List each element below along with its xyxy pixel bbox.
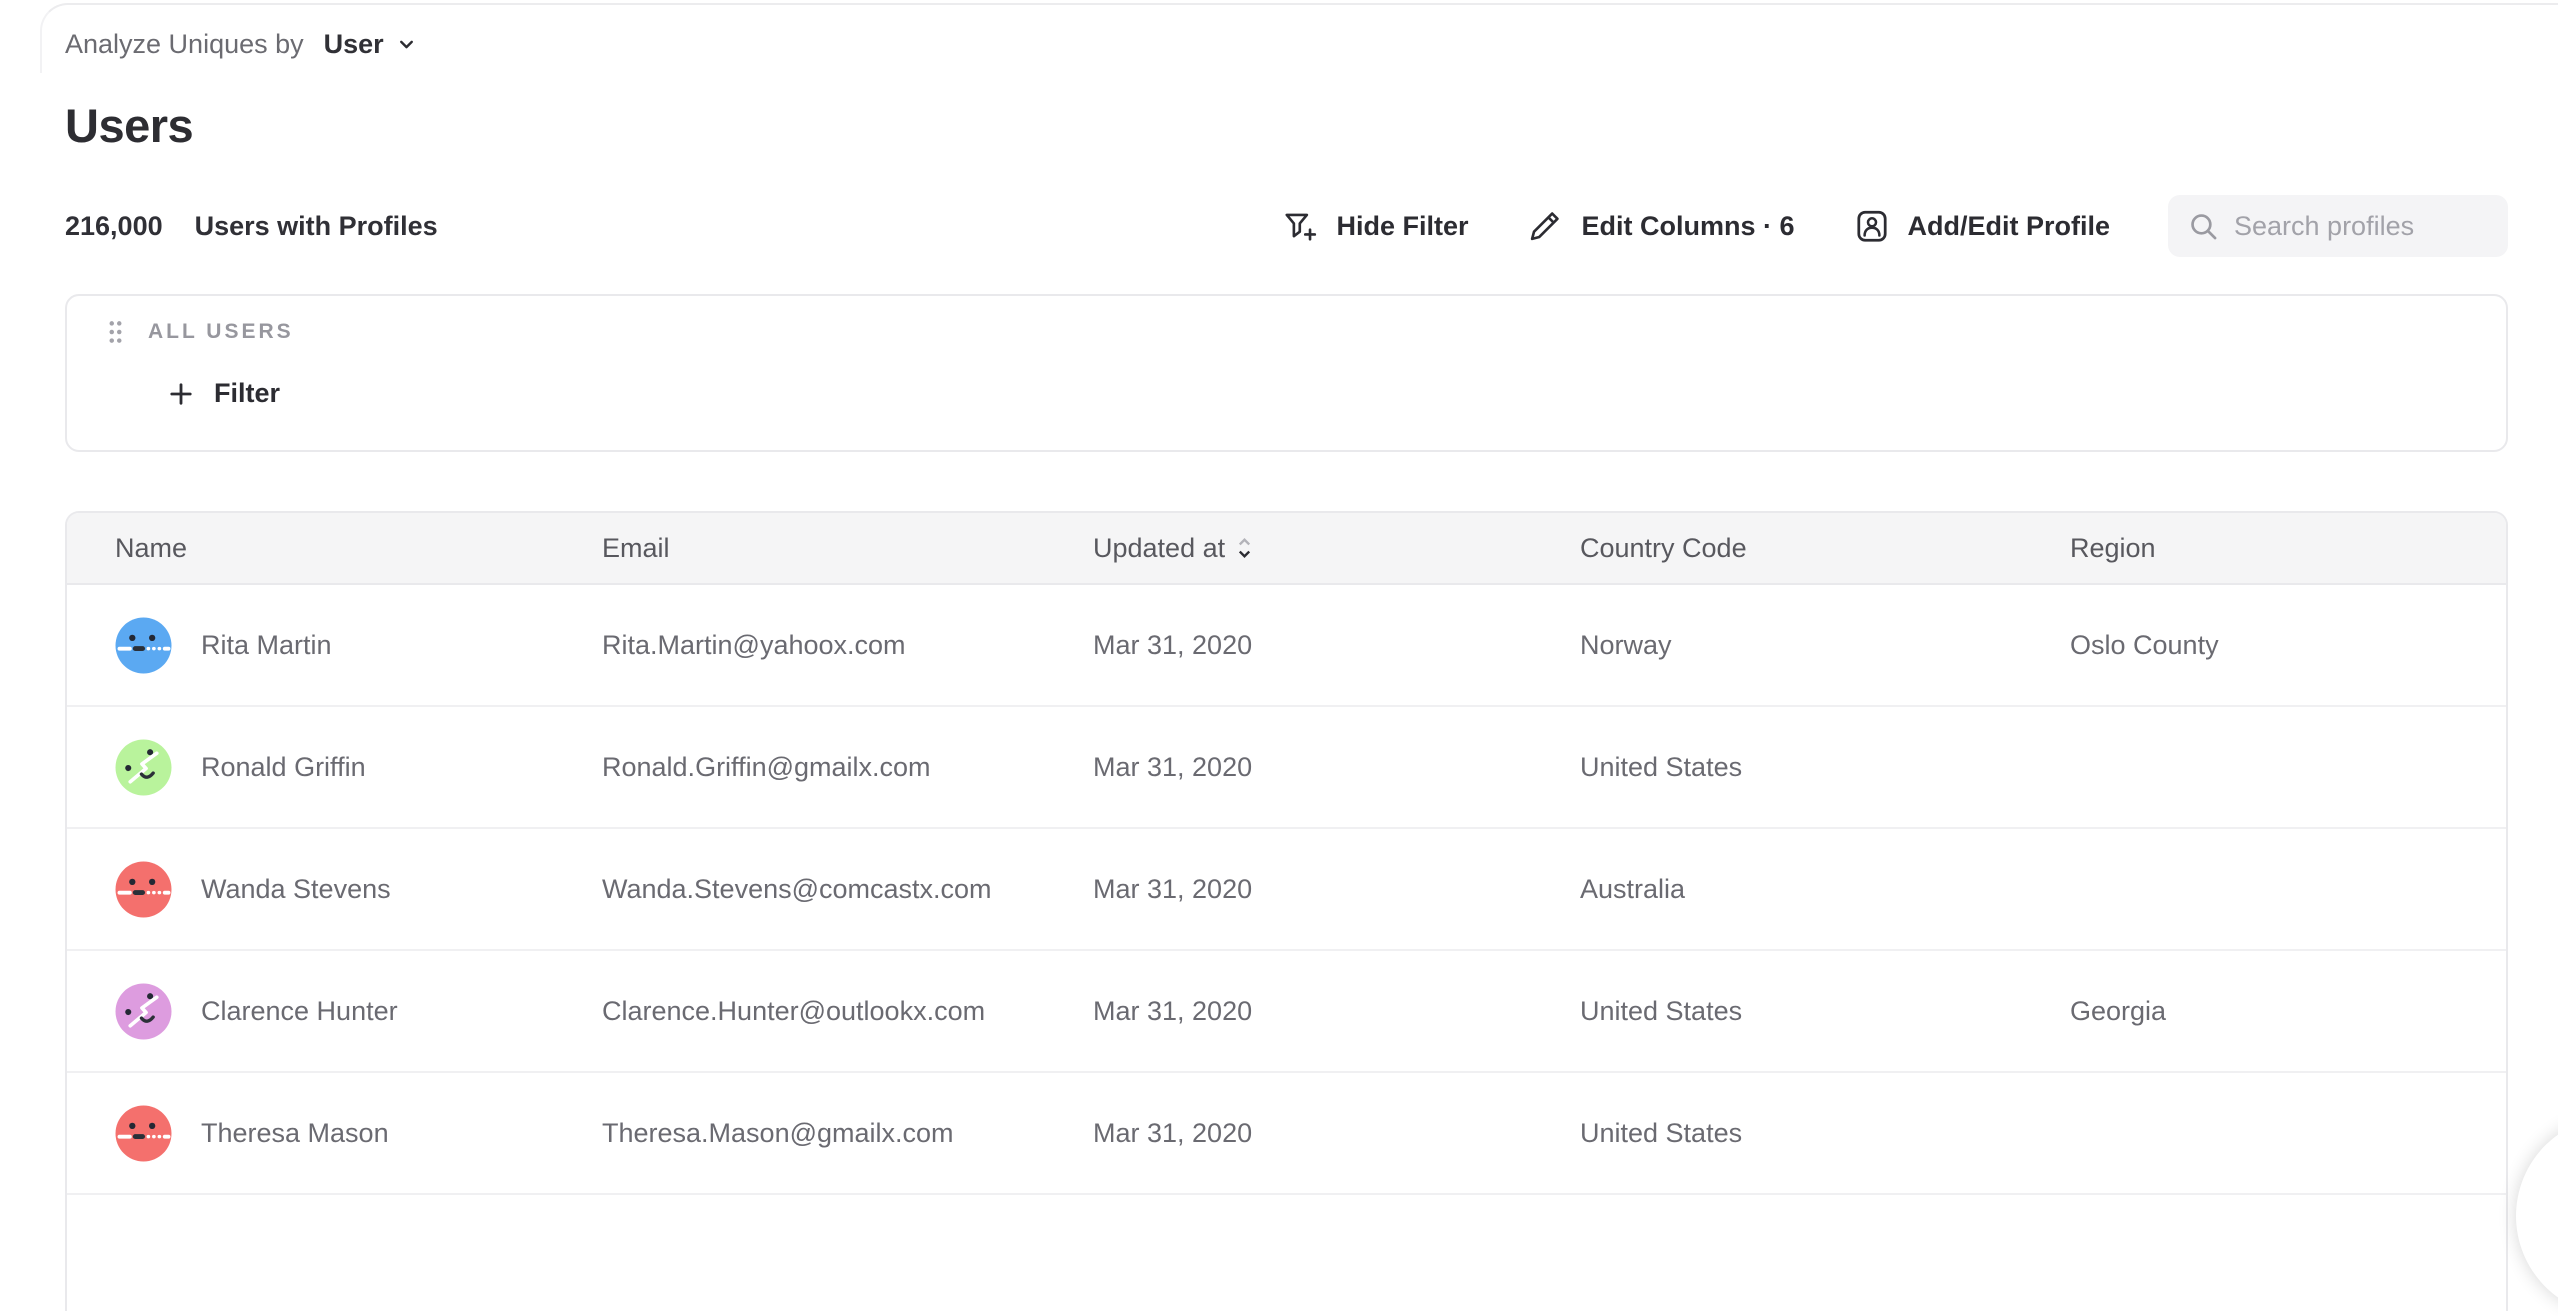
user-name: Wanda Stevens <box>201 874 391 905</box>
funnel-plus-icon <box>1281 207 1319 245</box>
users-table: Name Email Updated at Country Code Regio… <box>65 511 2508 1311</box>
pink-face-avatar <box>115 983 172 1040</box>
name-cell: Wanda Stevens <box>115 861 602 918</box>
search-icon <box>2188 211 2219 242</box>
user-country-code: Norway <box>1580 630 2070 661</box>
column-header-country-code[interactable]: Country Code <box>1580 533 2070 564</box>
page-title: Users <box>65 98 193 153</box>
user-email: Wanda.Stevens@comcastx.com <box>602 874 1093 905</box>
green-face-avatar <box>115 739 172 796</box>
table-body: Rita Martin Rita.Martin@yahoox.com Mar 3… <box>67 585 2506 1195</box>
profile-count-label: Users with Profiles <box>195 211 438 242</box>
column-header-name[interactable]: Name <box>115 533 602 564</box>
column-header-updated-at[interactable]: Updated at <box>1093 533 1580 564</box>
profile-count: 216,000 Users with Profiles <box>65 211 438 242</box>
edit-columns-button[interactable]: Edit Columns · 6 <box>1526 207 1794 245</box>
page-sheet-edge <box>40 3 2558 73</box>
add-filter-button[interactable]: Filter <box>168 378 280 409</box>
stats-toolbar-row: 216,000 Users with Profiles Hide Filter … <box>65 194 2508 258</box>
analyze-uniques-value: User <box>324 29 384 60</box>
user-updated-at: Mar 31, 2020 <box>1093 630 1580 661</box>
plus-icon <box>168 381 194 407</box>
user-country-code: United States <box>1580 752 2070 783</box>
name-cell: Rita Martin <box>115 617 602 674</box>
table-row[interactable]: Ronald Griffin Ronald.Griffin@gmailx.com… <box>67 707 2506 829</box>
table-row[interactable]: Rita Martin Rita.Martin@yahoox.com Mar 3… <box>67 585 2506 707</box>
search-profiles-box[interactable] <box>2168 195 2508 257</box>
name-cell: Ronald Griffin <box>115 739 602 796</box>
blue-face-avatar <box>115 617 172 674</box>
chevron-down-icon <box>396 34 417 55</box>
edit-columns-label: Edit Columns · 6 <box>1581 211 1794 242</box>
pencil-icon <box>1526 207 1564 245</box>
profile-count-value: 216,000 <box>65 211 163 242</box>
toolbar: Hide Filter Edit Columns · 6 Add/Edit Pr… <box>1281 195 2508 257</box>
add-edit-profile-button[interactable]: Add/Edit Profile <box>1853 207 2111 245</box>
add-edit-profile-label: Add/Edit Profile <box>1908 211 2111 242</box>
user-updated-at: Mar 31, 2020 <box>1093 996 1580 1027</box>
hide-filter-label: Hide Filter <box>1336 211 1468 242</box>
user-updated-at: Mar 31, 2020 <box>1093 1118 1580 1149</box>
profile-card-icon <box>1853 207 1891 245</box>
table-row[interactable]: Theresa Mason Theresa.Mason@gmailx.com M… <box>67 1073 2506 1195</box>
floating-help-button[interactable] <box>2516 1116 2558 1316</box>
column-header-email[interactable]: Email <box>602 533 1093 564</box>
analyze-uniques-dropdown[interactable]: Analyze Uniques by User <box>65 26 417 62</box>
drag-handle-icon[interactable] <box>108 320 123 344</box>
user-updated-at: Mar 31, 2020 <box>1093 752 1580 783</box>
user-name: Theresa Mason <box>201 1118 389 1149</box>
red-face-avatar <box>115 861 172 918</box>
user-country-code: United States <box>1580 1118 2070 1149</box>
user-name: Ronald Griffin <box>201 752 366 783</box>
sort-icon[interactable] <box>1236 535 1253 561</box>
table-header: Name Email Updated at Country Code Regio… <box>67 513 2506 585</box>
user-email: Ronald.Griffin@gmailx.com <box>602 752 1093 783</box>
user-region: Oslo County <box>2070 630 2506 661</box>
users-page: { "topbar": { "analyze_label": "Analyze … <box>0 0 2558 1184</box>
name-cell: Theresa Mason <box>115 1105 602 1162</box>
column-header-region[interactable]: Region <box>2070 533 2506 564</box>
user-email: Rita.Martin@yahoox.com <box>602 630 1093 661</box>
table-row[interactable]: Wanda Stevens Wanda.Stevens@comcastx.com… <box>67 829 2506 951</box>
user-country-code: United States <box>1580 996 2070 1027</box>
user-name: Rita Martin <box>201 630 332 661</box>
table-row[interactable]: Clarence Hunter Clarence.Hunter@outlookx… <box>67 951 2506 1073</box>
all-users-group: ALL USERS <box>108 320 294 344</box>
filter-card: ALL USERS Filter <box>65 294 2508 452</box>
all-users-label: ALL USERS <box>148 320 294 344</box>
hide-filter-button[interactable]: Hide Filter <box>1281 207 1468 245</box>
name-cell: Clarence Hunter <box>115 983 602 1040</box>
analyze-uniques-label: Analyze Uniques by <box>65 29 304 60</box>
add-filter-label: Filter <box>214 378 280 409</box>
user-country-code: Australia <box>1580 874 2070 905</box>
search-profiles-input[interactable] <box>2234 211 2490 242</box>
red-face-avatar <box>115 1105 172 1162</box>
user-region: Georgia <box>2070 996 2506 1027</box>
user-email: Clarence.Hunter@outlookx.com <box>602 996 1093 1027</box>
user-email: Theresa.Mason@gmailx.com <box>602 1118 1093 1149</box>
user-name: Clarence Hunter <box>201 996 398 1027</box>
user-updated-at: Mar 31, 2020 <box>1093 874 1580 905</box>
